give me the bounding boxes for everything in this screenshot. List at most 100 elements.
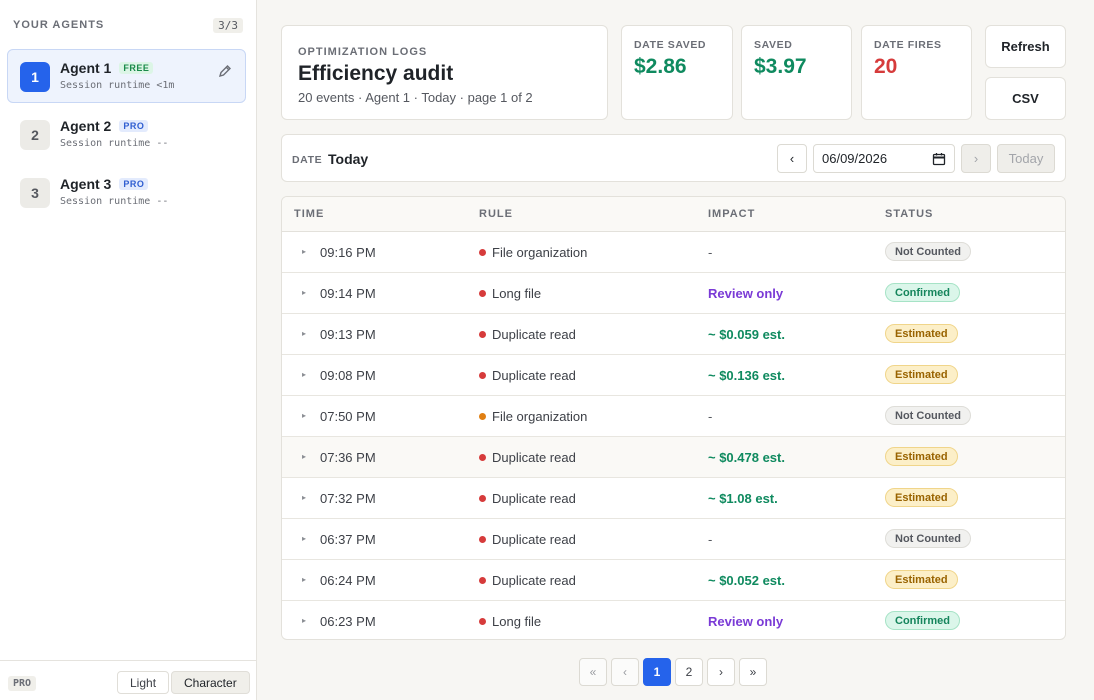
expand-caret-icon[interactable]: ▸ — [302, 534, 306, 543]
light-theme-button[interactable]: Light — [117, 671, 170, 694]
rule-dot-icon — [479, 372, 486, 379]
stat-label: DATE FIRES — [874, 39, 942, 51]
expand-caret-icon[interactable]: ▸ — [302, 493, 306, 502]
character-theme-button[interactable]: Character — [171, 671, 250, 694]
rule-dot-icon — [479, 290, 486, 297]
table-row[interactable]: ▸ 09:14 PM Long file Review only Confirmed — [282, 273, 1065, 314]
agent-name: Agent 2 PRO — [60, 118, 149, 134]
table-row[interactable]: ▸ 09:13 PM Duplicate read ~ $0.059 est. Esti… — [282, 314, 1065, 355]
rule-dot-icon — [479, 577, 486, 584]
table-row[interactable]: ▸ 07:32 PM Duplicate read ~ $1.08 est. Estim… — [282, 478, 1065, 519]
calendar-icon[interactable] — [932, 152, 946, 166]
rule-dot-icon — [479, 495, 486, 502]
status-badge: Estimated — [885, 488, 958, 507]
next-page-button[interactable]: › — [707, 658, 735, 686]
status-badge: Confirmed — [885, 611, 960, 630]
prev-page-button[interactable]: ‹ — [611, 658, 639, 686]
tier-badge: FREE — [119, 62, 154, 74]
table-row[interactable]: ▸ 07:50 PM File organization - Not Counted — [282, 396, 1065, 437]
header-card: OPTIMIZATION LOGS Efficiency audit 20 ev… — [281, 25, 608, 120]
tier-badge: PRO — [119, 120, 149, 132]
last-page-button[interactable]: » — [739, 658, 767, 686]
pro-tag: PRO — [8, 676, 37, 691]
expand-caret-icon[interactable]: ▸ — [302, 247, 306, 256]
cell-impact: - — [708, 245, 713, 260]
cell-time: 09:08 PM — [320, 368, 376, 383]
rule-dot-icon — [479, 413, 486, 420]
sidebar-title: YOUR AGENTS — [13, 19, 105, 31]
agent-name: Agent 1 FREE — [60, 60, 154, 76]
sidebar-footer: PRO Light Character — [0, 660, 256, 700]
agent-name-text: Agent 3 — [60, 176, 112, 192]
expand-caret-icon[interactable]: ▸ — [302, 452, 306, 461]
table-row[interactable]: ▸ 07:36 PM Duplicate read ~ $0.478 est. Esti… — [282, 437, 1065, 478]
date-input[interactable]: 06/09/2026 — [813, 144, 955, 173]
cell-impact: - — [708, 532, 713, 547]
stat-date-fires: DATE FIRES 20 — [861, 25, 972, 120]
next-date-button[interactable]: › — [961, 144, 991, 173]
agent-runtime: Session runtime <1m — [60, 80, 175, 91]
table-row[interactable]: ▸ 09:16 PM File organization - Not Counted — [282, 232, 1065, 273]
agent-name-text: Agent 1 — [60, 60, 112, 76]
table-row[interactable]: ▸ 09:08 PM Duplicate read ~ $0.136 est. Esti… — [282, 355, 1065, 396]
rule-dot-icon — [479, 536, 486, 543]
refresh-button[interactable]: Refresh — [985, 25, 1066, 68]
agent-item-2[interactable]: 2 Agent 2 PRO Session runtime -- — [7, 107, 246, 161]
expand-caret-icon[interactable]: ▸ — [302, 288, 306, 297]
table-header: TIME RULE IMPACT STATUS — [282, 197, 1065, 232]
agent-number: 3 — [20, 178, 50, 208]
events-table: TIME RULE IMPACT STATUS ▸ 09:16 PM File or… — [281, 196, 1066, 640]
status-badge: Estimated — [885, 447, 958, 466]
cell-rule: Long file — [492, 286, 542, 301]
cell-time: 07:36 PM — [320, 450, 376, 465]
page-1-button[interactable]: 1 — [643, 658, 671, 686]
agent-item-3[interactable]: 3 Agent 3 PRO Session runtime -- — [7, 165, 246, 219]
date-filter-bar: DATE Today ‹ 06/09/2026 › Today — [281, 134, 1066, 182]
today-button[interactable]: Today — [997, 144, 1055, 173]
column-header-time: TIME — [294, 208, 325, 220]
agent-name: Agent 3 PRO — [60, 176, 149, 192]
column-header-status: STATUS — [885, 208, 934, 220]
previous-date-button[interactable]: ‹ — [777, 144, 807, 173]
cell-rule: Duplicate read — [492, 327, 576, 342]
page-2-button[interactable]: 2 — [675, 658, 703, 686]
cell-time: 09:14 PM — [320, 286, 376, 301]
agent-name-text: Agent 2 — [60, 118, 112, 134]
table-row[interactable]: ▸ 06:23 PM Long file Review only Confirmed — [282, 601, 1065, 639]
expand-caret-icon[interactable]: ▸ — [302, 616, 306, 625]
stat-label: SAVED — [754, 39, 793, 51]
status-badge: Estimated — [885, 365, 958, 384]
expand-caret-icon[interactable]: ▸ — [302, 329, 306, 338]
cell-time: 09:16 PM — [320, 245, 376, 260]
column-header-impact: IMPACT — [708, 208, 756, 220]
rule-dot-icon — [479, 454, 486, 461]
expand-caret-icon[interactable]: ▸ — [302, 575, 306, 584]
agent-number: 2 — [20, 120, 50, 150]
sidebar-header: YOUR AGENTS 3/3 — [13, 17, 243, 33]
cell-rule: File organization — [492, 409, 588, 424]
table-row[interactable]: ▸ 06:37 PM Duplicate read - Not Counted — [282, 519, 1065, 560]
agent-item-1[interactable]: 1 Agent 1 FREE Session runtime <1m — [7, 49, 246, 103]
expand-caret-icon[interactable]: ▸ — [302, 370, 306, 379]
cell-impact: Review only — [708, 614, 784, 629]
cell-time: 07:50 PM — [320, 409, 376, 424]
first-page-button[interactable]: « — [579, 658, 607, 686]
cell-time: 06:37 PM — [320, 532, 376, 547]
cell-rule: File organization — [492, 245, 588, 260]
agent-runtime: Session runtime -- — [60, 138, 169, 149]
pencil-icon[interactable] — [217, 63, 233, 79]
page-subtitle: 20 events · Agent 1 · Today · page 1 of … — [298, 90, 533, 105]
cell-impact: Review only — [708, 286, 784, 301]
stat-saved: SAVED $3.97 — [741, 25, 852, 120]
cell-rule: Duplicate read — [492, 450, 576, 465]
agent-number: 1 — [20, 62, 50, 92]
cell-rule: Duplicate read — [492, 491, 576, 506]
cell-time: 09:13 PM — [320, 327, 376, 342]
stat-value: 20 — [874, 55, 898, 78]
table-row[interactable]: ▸ 06:24 PM Duplicate read ~ $0.052 est. Esti… — [282, 560, 1065, 601]
status-badge: Estimated — [885, 324, 958, 343]
expand-caret-icon[interactable]: ▸ — [302, 411, 306, 420]
csv-export-button[interactable]: CSV — [985, 77, 1066, 120]
status-badge: Not Counted — [885, 406, 971, 425]
cell-rule: Long file — [492, 614, 542, 629]
